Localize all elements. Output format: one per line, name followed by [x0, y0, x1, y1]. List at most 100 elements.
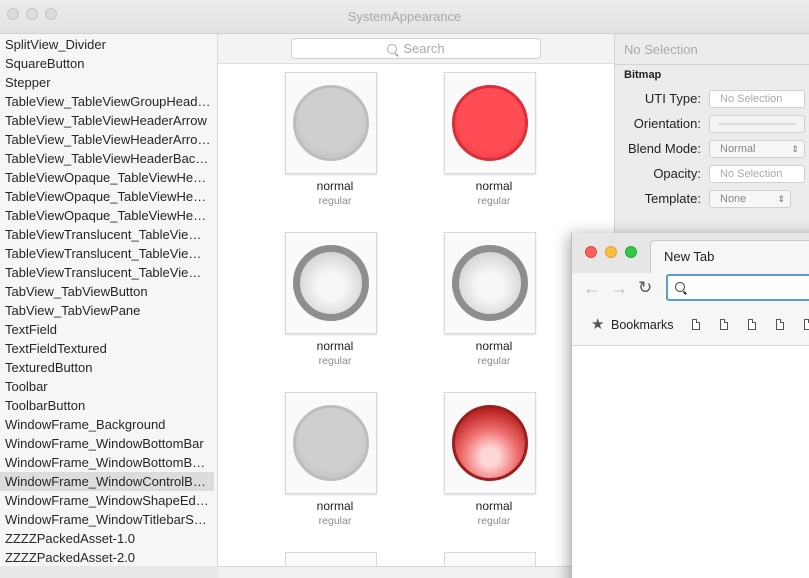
browser-toolbar: ← → ↻ — [572, 273, 809, 305]
sidebar-item[interactable]: TableViewTranslucent_TableVie… — [0, 225, 214, 244]
sidebar-item[interactable]: TableViewOpaque_TableViewHe… — [0, 168, 214, 187]
sidebar-item[interactable]: WindowFrame_WindowControlB… — [0, 472, 214, 491]
search-input[interactable]: Search — [291, 38, 541, 59]
sidebar-item[interactable]: ZZZZPackedAsset-1.0 — [0, 529, 214, 548]
search-icon — [387, 44, 398, 54]
star-icon: ★ — [591, 316, 605, 333]
cell-name: normal — [475, 499, 513, 513]
orientation-label: Orientation: — [633, 116, 701, 131]
cell-sub: regular — [477, 195, 511, 207]
sidebar-item[interactable]: WindowFrame_WindowTitlebarS… — [0, 510, 214, 529]
sidebar-item[interactable]: ToolbarButton — [0, 396, 214, 415]
sidebar-item[interactable]: TableViewTranslucent_TableVie… — [0, 244, 214, 263]
window-title: SystemAppearance — [347, 9, 462, 24]
cell-sub: regular — [318, 355, 352, 367]
cell-sub: regular — [477, 515, 511, 527]
document-icon[interactable] — [720, 319, 728, 330]
sidebar-item[interactable]: TableViewTranslucent_TableVie… — [0, 263, 214, 282]
cell-name: normal — [316, 339, 354, 353]
section-title: Bitmap — [624, 69, 662, 81]
sidebar-item[interactable]: TabView_TabViewButton — [0, 282, 214, 301]
gray-ring-icon — [293, 245, 369, 321]
uti-type-label: UTI Type: — [644, 91, 701, 106]
cell-name: normal — [475, 179, 513, 193]
sidebar-item[interactable]: Stepper — [0, 73, 214, 92]
browser-window[interactable]: New Tab ← → ↻ ★ Bookmarks — [571, 233, 809, 578]
sidebar-item[interactable]: SquareButton — [0, 54, 214, 73]
cell-name: normal — [316, 499, 354, 513]
asset-grid: Search normal regular normal regular nor… — [218, 34, 614, 578]
gray-ring-icon — [452, 245, 528, 321]
asset-cell[interactable] — [444, 72, 536, 174]
search-icon — [675, 282, 685, 292]
asset-cell[interactable] — [285, 232, 377, 334]
sidebar-item[interactable]: TableViewOpaque_TableViewHe… — [0, 187, 214, 206]
sidebar-item[interactable]: WindowFrame_Background — [0, 415, 214, 434]
tab-strip: New Tab — [572, 233, 809, 273]
red-circle-icon — [452, 85, 528, 161]
document-icon[interactable] — [804, 319, 809, 330]
gray-circle-icon — [293, 405, 369, 481]
sidebar-item[interactable]: WindowFrame_WindowBottomB… — [0, 453, 214, 472]
template-select[interactable]: None ⇕ — [709, 190, 791, 208]
document-icon[interactable] — [692, 319, 700, 330]
cell-sub: regular — [318, 515, 352, 527]
red-glass-circle-icon — [452, 405, 528, 481]
address-bar[interactable] — [666, 274, 809, 301]
back-arrow-icon[interactable]: ← — [583, 278, 601, 299]
reload-icon[interactable]: ↻ — [638, 278, 652, 298]
divider — [615, 64, 809, 65]
sidebar-item[interactable]: ZZZZPackedAsset-2.0 — [0, 548, 214, 567]
sidebar-item[interactable]: TableView_TableViewHeaderArrow — [0, 111, 214, 130]
document-icon[interactable] — [748, 319, 756, 330]
blend-mode-value: Normal — [720, 143, 756, 155]
zoom-window-button[interactable] — [625, 246, 637, 258]
cell-name: normal — [475, 339, 513, 353]
cell-sub: regular — [477, 355, 511, 367]
close-window-button[interactable] — [585, 246, 597, 258]
sidebar-item[interactable]: TextFieldTextured — [0, 339, 214, 358]
blend-mode-label: Blend Mode: — [628, 141, 701, 156]
bottom-bar — [218, 566, 571, 578]
search-placeholder: Search — [403, 41, 445, 56]
opacity-label: Opacity: — [653, 166, 701, 181]
sidebar-item[interactable]: SplitView_Divider — [0, 35, 214, 54]
forward-arrow-icon[interactable]: → — [610, 278, 628, 299]
sidebar-item[interactable]: TableView_TableViewGroupHead… — [0, 92, 214, 111]
sidebar-item[interactable]: TableViewOpaque_TableViewHe… — [0, 206, 214, 225]
uti-type-field[interactable]: No Selection — [709, 90, 805, 108]
asset-list: SplitView_Divider SquareButton Stepper Tabl… — [0, 34, 218, 578]
tab-new-tab[interactable]: New Tab — [650, 240, 809, 273]
tab-title: New Tab — [664, 249, 715, 264]
bookmarks-bar: ★ Bookmarks — [572, 305, 809, 346]
bookmarks-button[interactable]: Bookmarks — [611, 318, 674, 332]
sidebar-item[interactable]: WindowFrame_WindowShapeEd… — [0, 491, 214, 510]
sidebar-item[interactable]: Toolbar — [0, 377, 214, 396]
minimize-window-button[interactable] — [605, 246, 617, 258]
document-icon[interactable] — [776, 319, 784, 330]
sidebar-item[interactable]: TabView_TabViewPane — [0, 301, 214, 320]
sidebar-item[interactable]: TexturedButton — [0, 358, 214, 377]
chevron-updown-icon: ⇕ — [777, 194, 785, 204]
orientation-slider[interactable] — [709, 115, 805, 133]
search-bar: Search — [218, 34, 614, 64]
gray-circle-icon — [293, 85, 369, 161]
asset-cell[interactable] — [444, 232, 536, 334]
sidebar-item[interactable]: TableView_TableViewHeaderArro… — [0, 130, 214, 149]
template-label: Template: — [644, 191, 701, 206]
inspector-header: No Selection — [624, 42, 698, 57]
sidebar-item[interactable]: TextField — [0, 320, 214, 339]
template-value: None — [720, 193, 747, 205]
sidebar-item[interactable]: WindowFrame_WindowBottomBar — [0, 434, 214, 453]
blend-mode-select[interactable]: Normal ⇕ — [709, 140, 805, 158]
sidebar-item[interactable]: TableView_TableViewHeaderBac… — [0, 149, 214, 168]
cell-sub: regular — [318, 195, 352, 207]
title-bar: SystemAppearance — [0, 0, 809, 34]
opacity-field[interactable]: No Selection — [709, 165, 805, 183]
sidebar-footer — [0, 566, 218, 578]
asset-cell[interactable] — [285, 392, 377, 494]
cell-name: normal — [316, 179, 354, 193]
chevron-updown-icon: ⇕ — [791, 144, 799, 154]
asset-cell[interactable] — [444, 392, 536, 494]
asset-cell[interactable] — [285, 72, 377, 174]
